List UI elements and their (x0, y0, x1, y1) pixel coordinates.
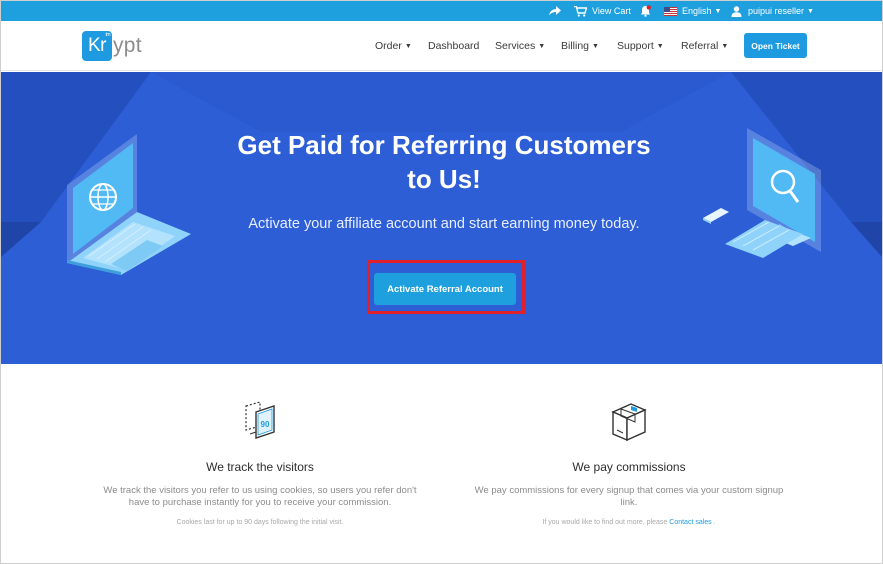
feature-right-description: We pay commissions for every signup that… (459, 485, 799, 509)
logo-mark: Kr tm (82, 31, 112, 61)
nav-services[interactable]: Services ▼ (495, 21, 545, 71)
chevron-down-icon: ▼ (656, 42, 664, 50)
krypt-logo[interactable]: Kr tm ypt (82, 30, 142, 62)
feature-right-note-prefix: If you would like to find out more, plea… (542, 519, 670, 526)
nav-support[interactable]: Support ▼ (617, 21, 664, 71)
cookie-days-text: 90 (261, 420, 270, 429)
logo-prefix: Kr (88, 35, 107, 56)
nav-dashboard-label: Dashboard (428, 40, 480, 52)
cart-icon (574, 5, 587, 17)
feature-left-note: Cookies last for up to 90 days following… (176, 519, 344, 526)
contact-sales-link[interactable]: Contact sales (669, 519, 711, 526)
feature-right-title: We pay commissions (572, 460, 686, 474)
open-ticket-button[interactable]: Open Ticket (744, 33, 807, 58)
logo-trademark: tm (105, 32, 110, 38)
chevron-down-icon: ▼ (714, 7, 722, 15)
feature-right-note: If you would like to find out more, plea… (459, 519, 799, 526)
nav-billing-label: Billing (561, 40, 590, 52)
commission-box-icon (459, 400, 799, 444)
chevron-down-icon: ▼ (721, 42, 729, 50)
feature-right-note-suffix: . (711, 519, 716, 526)
chevron-down-icon: ▼ (538, 42, 546, 50)
nav-order-label: Order (375, 40, 402, 52)
share-icon[interactable] (549, 1, 561, 21)
activate-referral-account-button[interactable]: Activate Referral Account (374, 273, 516, 305)
feature-pay-commissions: We pay commissions We pay commissions fo… (459, 400, 799, 526)
nav-referral-label: Referral (681, 40, 719, 52)
top-utility-bar: View Cart English ▼ puipui reseller ▼ (1, 1, 882, 21)
hero-subtitle: Activate your affiliate account and star… (248, 216, 640, 232)
hero-title: Get Paid for Referring Customers to Us! (1, 128, 882, 196)
feature-left-description: We track the visitors you refer to us us… (90, 485, 430, 509)
chevron-down-icon: ▼ (592, 42, 599, 50)
notifications-bell-icon[interactable] (640, 1, 651, 21)
chevron-down-icon: ▼ (404, 42, 412, 50)
feature-track-visitors: 90 We track the visitors We track the vi… (90, 400, 430, 526)
chevron-down-icon: ▼ (807, 7, 814, 15)
feature-left-desc-line1: We track the visitors you refer to us us… (103, 485, 417, 496)
view-cart-link[interactable]: View Cart (574, 1, 631, 21)
us-flag-icon (664, 6, 677, 16)
logo-suffix: ypt (113, 34, 142, 57)
nav-support-label: Support (617, 40, 654, 52)
nav-billing[interactable]: Billing ▼ (561, 21, 599, 71)
user-name-label: puipui reseller (748, 6, 805, 16)
language-selector[interactable]: English ▼ (664, 1, 721, 21)
language-label: English (682, 6, 712, 16)
main-header: Kr tm ypt Order ▼ Dashboard Services ▼ Bil… (1, 21, 882, 71)
nav-referral[interactable]: Referral ▼ (681, 21, 728, 71)
cookie-tracking-icon: 90 (90, 400, 430, 444)
user-account-menu[interactable]: puipui reseller ▼ (731, 1, 814, 21)
hero-title-line2: to Us! (407, 164, 481, 194)
feature-right-desc-line1: We pay commissions for every signup that… (474, 485, 784, 496)
hero-title-line1: Get Paid for Referring Customers (237, 130, 651, 160)
nav-order[interactable]: Order ▼ (375, 21, 412, 71)
nav-dashboard[interactable]: Dashboard (428, 21, 479, 71)
feature-left-desc-line2: have to purchase instantly for you to re… (128, 497, 392, 508)
feature-left-title: We track the visitors (206, 460, 314, 474)
nav-services-label: Services (495, 40, 536, 52)
view-cart-label: View Cart (592, 6, 631, 16)
user-icon (731, 5, 742, 17)
hero-banner: Get Paid for Referring Customers to Us! … (1, 72, 882, 364)
feature-right-desc-line2: link. (620, 497, 638, 508)
